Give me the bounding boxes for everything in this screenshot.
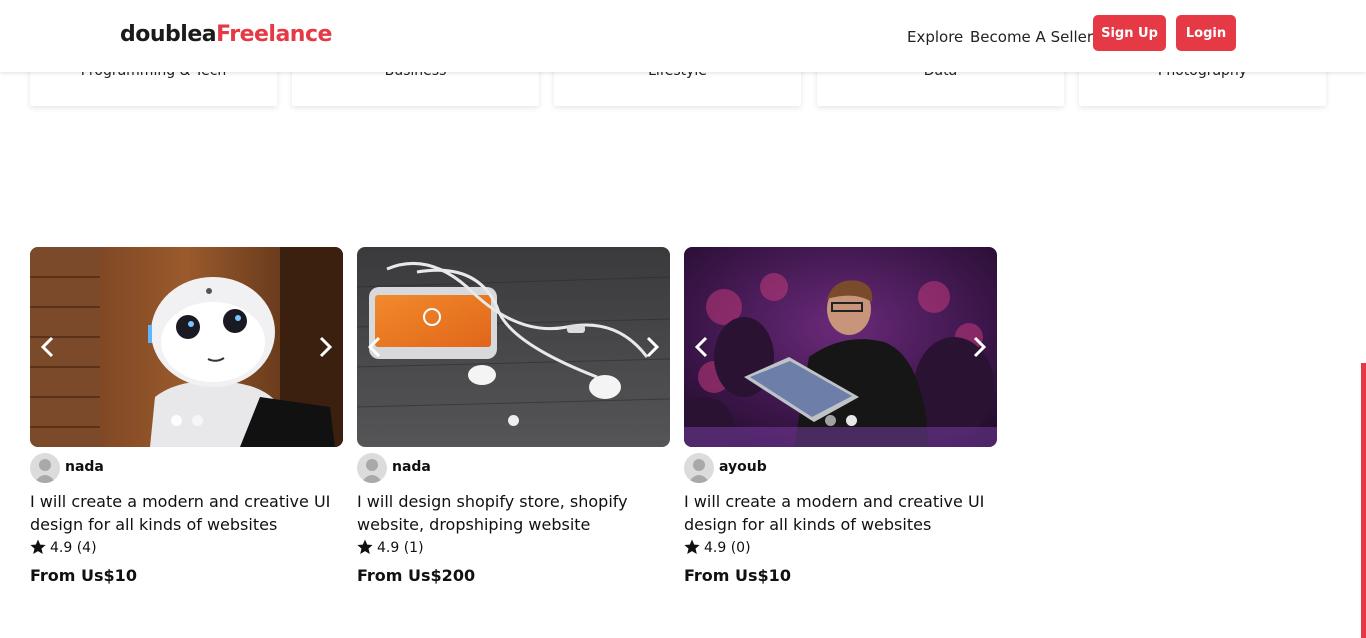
- gig-rating: 4.9 (1): [357, 539, 424, 559]
- carousel-next-icon[interactable]: [967, 335, 991, 359]
- carousel-prev-icon[interactable]: [363, 335, 387, 359]
- carousel-dots: [684, 415, 997, 426]
- star-icon: [357, 539, 373, 559]
- seller-name[interactable]: nada: [65, 459, 104, 475]
- logo-text-accent: Freelance: [216, 22, 332, 47]
- gig-title[interactable]: I will design shopify store, shopify web…: [357, 490, 670, 536]
- rating-value: 4.9: [50, 540, 73, 556]
- gig-title[interactable]: I will create a modern and creative UI d…: [30, 490, 343, 536]
- gig-image-carousel[interactable]: [30, 247, 343, 447]
- carousel-next-icon[interactable]: [640, 335, 664, 359]
- carousel-prev-icon[interactable]: [690, 335, 714, 359]
- carousel-dots: [30, 415, 343, 426]
- user-avatar-icon: [34, 459, 56, 483]
- user-avatar-icon: [361, 459, 383, 483]
- carousel-prev-icon[interactable]: [36, 335, 60, 359]
- logo-text-primary: doublea: [120, 22, 217, 47]
- carousel-dot[interactable]: [191, 415, 203, 426]
- scroll-indicator: [1361, 363, 1366, 638]
- rating-value: 4.9: [704, 540, 727, 556]
- carousel-next-icon[interactable]: [313, 335, 337, 359]
- avatar: [684, 453, 714, 483]
- rating-value: 4.9: [377, 540, 400, 556]
- carousel-dot[interactable]: [170, 415, 182, 426]
- user-avatar-icon: [688, 459, 710, 483]
- site-header: doubleaFreelance Explore Become A Seller…: [0, 0, 1366, 72]
- gig-card[interactable]: nada I will create a modern and creative…: [30, 247, 343, 585]
- gig-price: From Us$10: [30, 566, 137, 585]
- seller-name[interactable]: nada: [392, 459, 431, 475]
- nav-become-seller-link[interactable]: Become A Seller: [970, 28, 1093, 46]
- star-icon: [684, 539, 700, 559]
- gig-price: From Us$200: [357, 566, 476, 585]
- gig-card[interactable]: ayoub I will create a modern and creativ…: [684, 247, 997, 585]
- gig-image-carousel[interactable]: [684, 247, 997, 447]
- gig-rating: 4.9 (0): [684, 539, 751, 559]
- gig-title[interactable]: I will create a modern and creative UI d…: [684, 490, 997, 536]
- star-icon: [30, 539, 46, 559]
- carousel-dot[interactable]: [508, 415, 519, 426]
- avatar: [30, 453, 60, 483]
- review-count: (1): [403, 540, 424, 556]
- nav-explore-link[interactable]: Explore: [907, 28, 963, 46]
- seller-name[interactable]: ayoub: [719, 459, 767, 475]
- review-count: (0): [730, 540, 751, 556]
- site-logo[interactable]: doubleaFreelance: [120, 22, 332, 47]
- gig-image-carousel[interactable]: [357, 247, 670, 447]
- carousel-dot[interactable]: [824, 415, 836, 426]
- gig-card[interactable]: nada I will design shopify store, shopif…: [357, 247, 670, 585]
- login-button[interactable]: Login: [1176, 15, 1236, 51]
- gig-rating: 4.9 (4): [30, 539, 97, 559]
- carousel-dots: [357, 415, 670, 426]
- carousel-dot[interactable]: [845, 415, 857, 426]
- gig-price: From Us$10: [684, 566, 791, 585]
- avatar: [357, 453, 387, 483]
- review-count: (4): [76, 540, 97, 556]
- sign-up-button[interactable]: Sign Up: [1093, 15, 1166, 51]
